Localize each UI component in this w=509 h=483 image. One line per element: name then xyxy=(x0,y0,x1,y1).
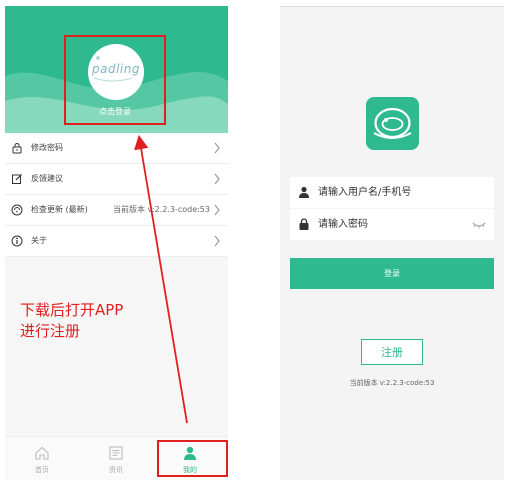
username-row xyxy=(290,177,494,208)
login-button[interactable]: 登录 xyxy=(290,258,494,289)
annotation-note-line: 下载后打开APP xyxy=(20,301,124,319)
user-icon xyxy=(299,186,309,198)
lock-icon xyxy=(299,218,309,230)
version-text: 当前版本 v:2.2.3-code:53 xyxy=(349,379,435,387)
password-row xyxy=(290,209,494,240)
annotation-note: 下载后打开APP 进行注册 xyxy=(20,300,160,342)
password-input[interactable] xyxy=(318,215,468,234)
username-input[interactable] xyxy=(318,183,468,202)
login-screen: 登录 注册 当前版本 v:2.2.3-code:53 xyxy=(280,6,504,480)
annotation-note-line: 进行注册 xyxy=(20,322,81,340)
app-logo xyxy=(366,97,419,150)
register-button[interactable]: 注册 xyxy=(361,339,423,365)
app-logo-icon xyxy=(373,107,412,139)
eye-closed-icon[interactable] xyxy=(472,221,486,229)
